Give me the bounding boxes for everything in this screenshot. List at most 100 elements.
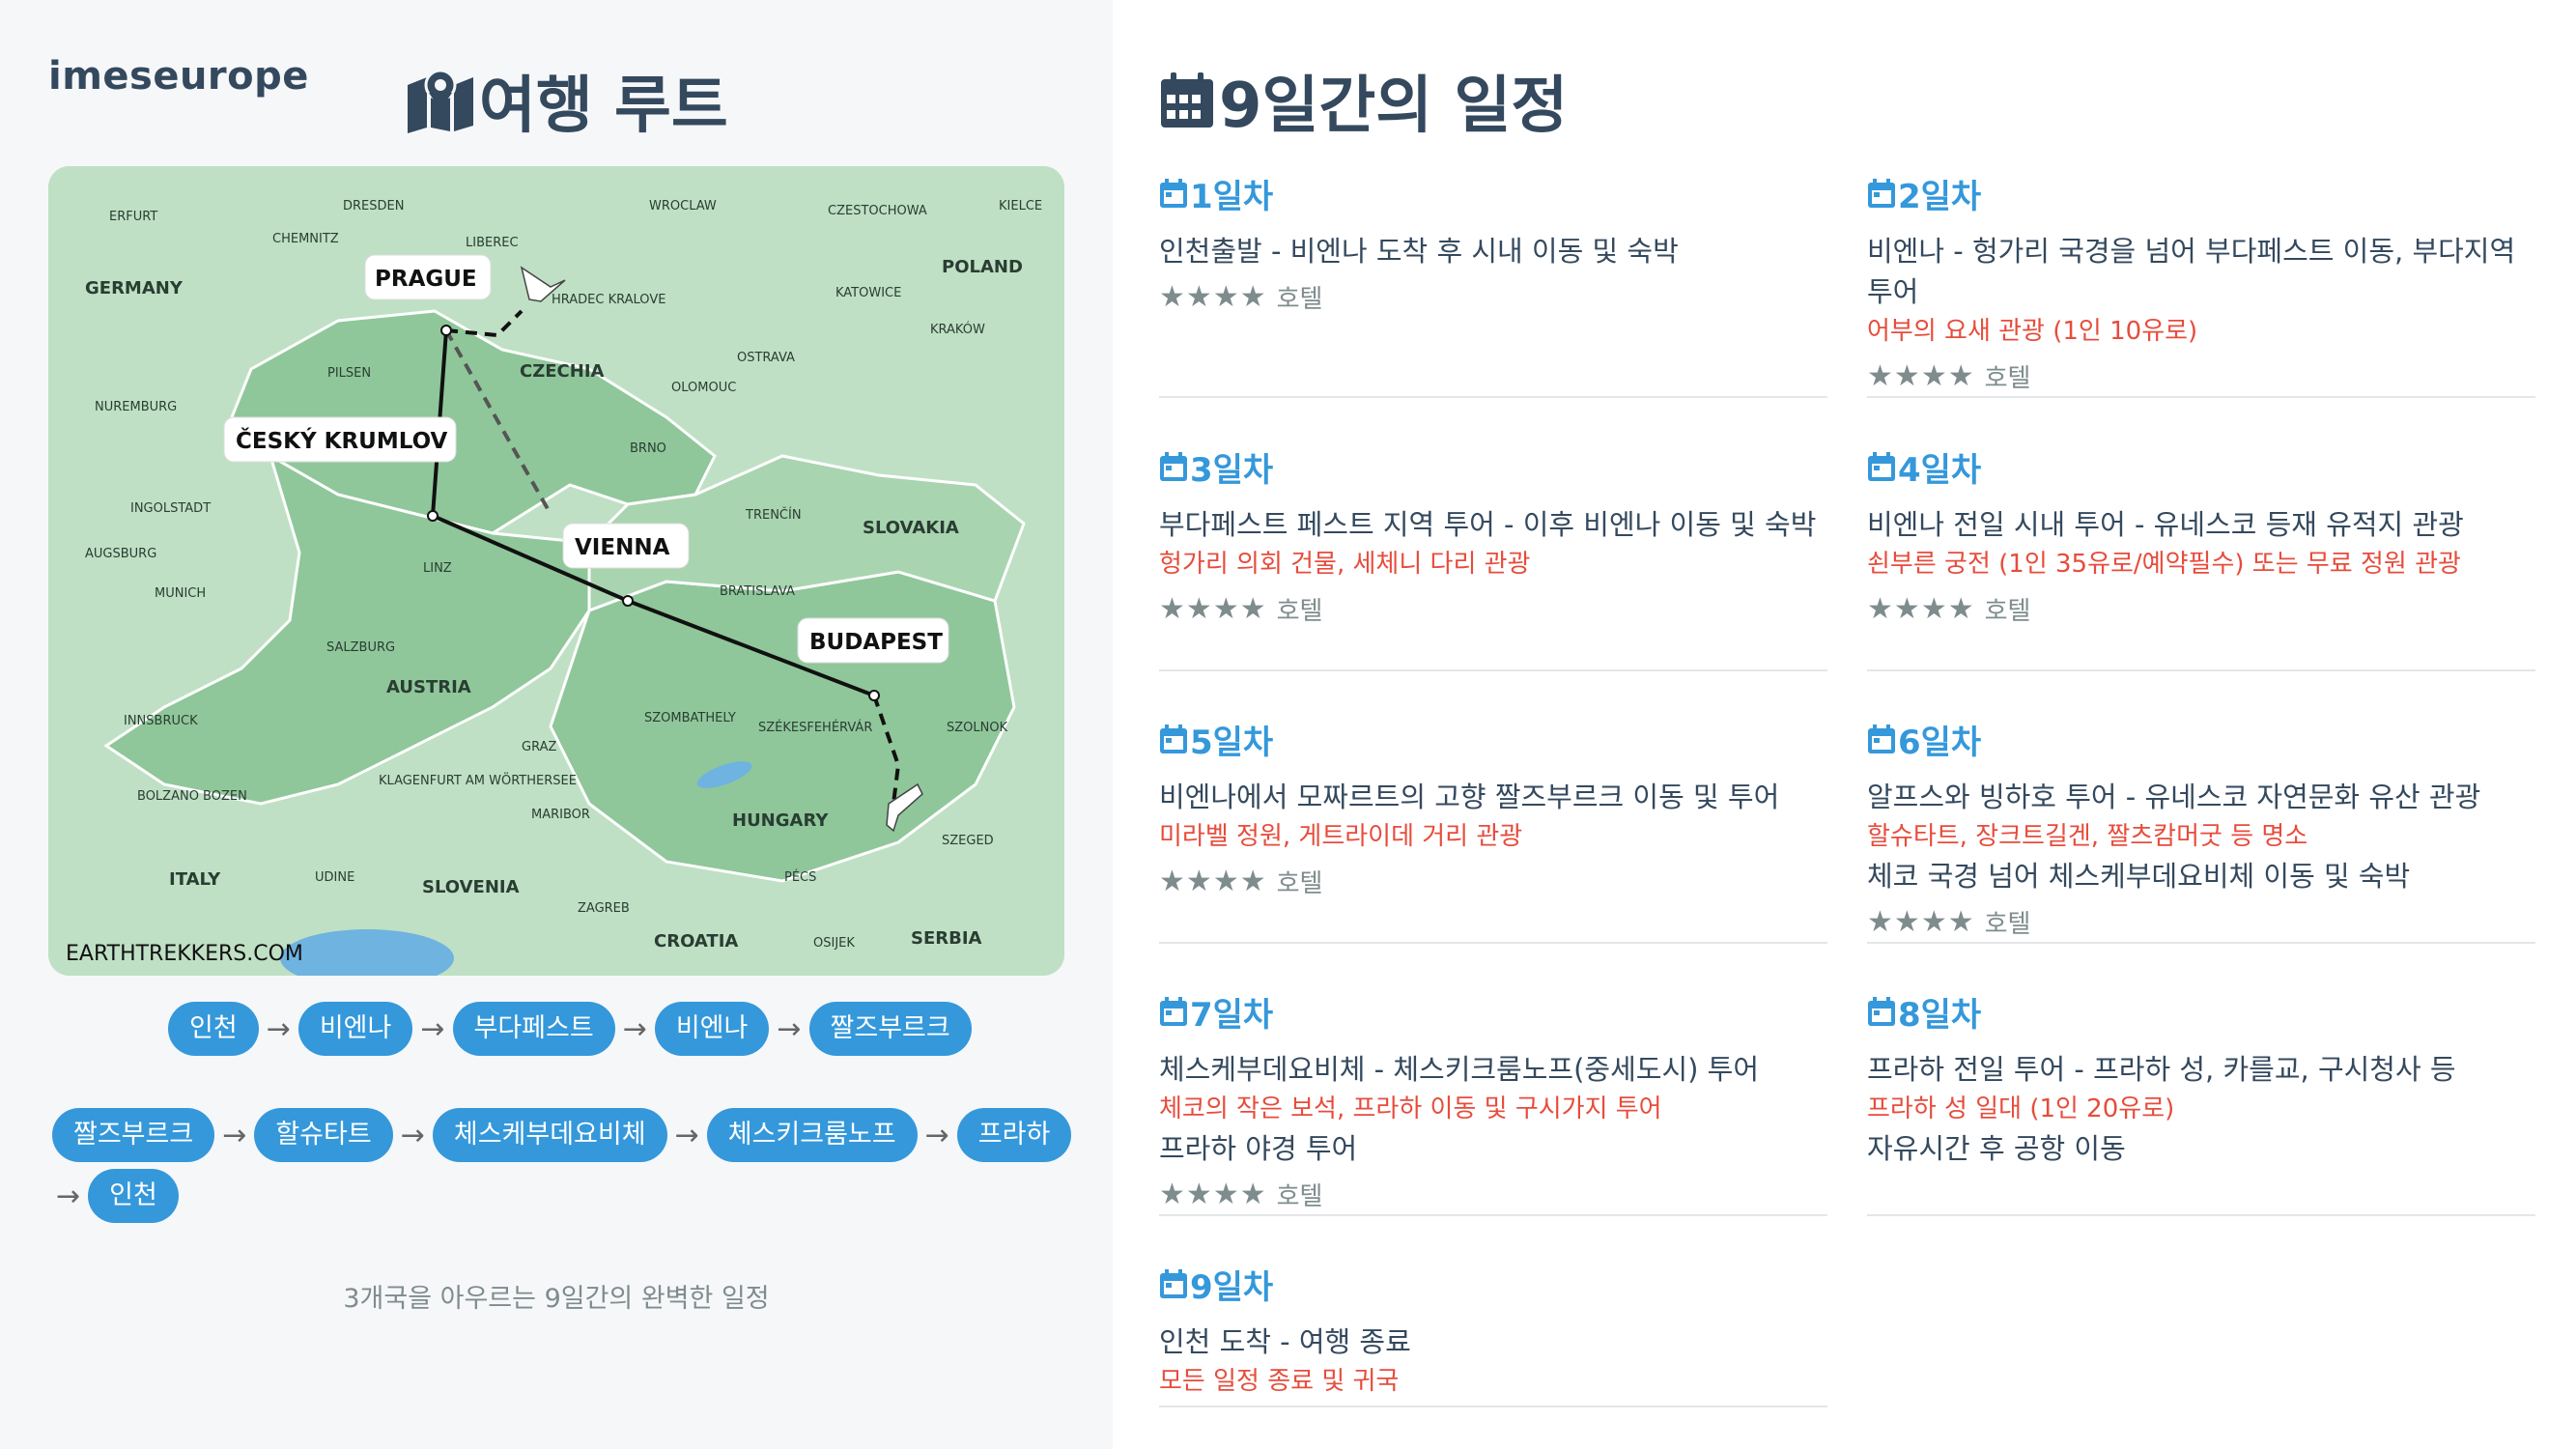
map-city-label: LIBEREC (466, 236, 519, 250)
arrow-right-icon: → (222, 1118, 247, 1152)
day-heading: 5일차 (1159, 716, 1827, 763)
arrow-right-icon: → (266, 1011, 291, 1046)
map-country-label: AUSTRIA (386, 677, 471, 697)
day-card: 2일차 비엔나 - 헝가리 국경을 넘어 부다페스트 이동, 부다지역 투어 어… (1867, 170, 2535, 398)
day-label: 8일차 (1898, 996, 1982, 1035)
route-chip[interactable]: 인천 (88, 1169, 179, 1223)
day-description: 체스케부데요비체 - 체스키크룸노프(중세도시) 투어 (1159, 1053, 1760, 1086)
schedule-title: 9일간의 일정 (1159, 56, 1568, 145)
map-country-label: CZECHIA (520, 361, 605, 382)
arrow-right-icon: → (56, 1179, 81, 1213)
arrow-right-icon: → (924, 1118, 949, 1152)
day-description: 부다페스트 페스트 지역 투어 - 이후 비엔나 이동 및 숙박 (1159, 508, 1817, 541)
route-chip[interactable]: 체스키크룸노프 (706, 1108, 918, 1162)
day-card: 1일차 인천출발 - 비엔나 도착 후 시내 이동 및 숙박 ★ ★ ★ ★ 호텔 (1159, 170, 1827, 398)
calendar-icon (1160, 724, 1187, 753)
day-heading: 8일차 (1867, 988, 2535, 1036)
calendar-icon (1160, 179, 1187, 208)
route-chip[interactable]: 짤즈부르크 (52, 1108, 215, 1162)
day-heading: 7일차 (1159, 988, 1827, 1036)
hotel-label: 호텔 (1984, 909, 2031, 939)
map-city-label: CHEMNITZ (272, 232, 339, 246)
route-map: GERMANY POLAND CZECHIA SLOVAKIA AUSTRIA … (48, 166, 1064, 976)
map-city-label: AUGSBURG (85, 547, 156, 561)
hotel-rating: ★ ★ ★ ★ 호텔 (1159, 589, 1827, 628)
day-note: 체코의 작은 보석, 프라하 이동 및 구시가지 투어 (1159, 1094, 1662, 1123)
map-city-label: KRAKÓW (930, 322, 985, 337)
map-city-label: SZÉKESFEHÉRVÁR (758, 720, 872, 735)
star-rating-icon: ★ ★ ★ ★ (1159, 591, 1266, 626)
map-city-label: SZOMBATHELY (644, 711, 736, 725)
map-country-label: SERBIA (911, 928, 982, 949)
day-extra: 자유시간 후 공항 이동 (1867, 1132, 2126, 1165)
hotel-label: 호텔 (1984, 363, 2031, 393)
hotel-rating: ★ ★ ★ ★ 호텔 (1159, 862, 1827, 900)
hotel-rating: ★ ★ ★ ★ 호텔 (1159, 277, 1827, 316)
day-label: 3일차 (1190, 451, 1274, 490)
calendar-icon (1868, 452, 1895, 481)
calendar-icon (1868, 997, 1895, 1026)
day-card: 5일차 비엔나에서 모짜르트의 고향 짤즈부르크 이동 및 투어 미라벨 정원,… (1159, 716, 1827, 944)
route-chip[interactable]: 부다페스트 (452, 1002, 615, 1056)
day-card: 7일차 체스케부데요비체 - 체스키크룸노프(중세도시) 투어 체코의 작은 보… (1159, 988, 1827, 1216)
map-city-label: KATOWICE (835, 286, 901, 300)
day-description: 비엔나 전일 시내 투어 - 유네스코 등재 유적지 관광 (1867, 508, 2464, 541)
map-city-label: HRADEC KRALOVE (552, 293, 665, 307)
day-description: 프라하 전일 투어 - 프라하 성, 카를교, 구시청사 등 (1867, 1053, 2456, 1086)
map-city-label: INNSBRUCK (124, 714, 198, 728)
map-city-label: TRENČÍN (745, 507, 802, 523)
map-city-label: OSIJEK (813, 936, 855, 951)
map-country-label: SLOVAKIA (863, 518, 959, 538)
route-chip[interactable]: 짤즈부르크 (808, 1002, 972, 1056)
route-chip[interactable]: 체스케부데요비체 (432, 1108, 667, 1162)
map-city-label: SZOLNOK (947, 721, 1008, 735)
map-city-label: BRNO (630, 441, 666, 456)
star-rating-icon: ★ ★ ★ ★ (1159, 279, 1266, 314)
star-rating-icon: ★ ★ ★ ★ (1159, 1177, 1266, 1211)
map-city-label: SZEGED (942, 834, 994, 848)
hotel-label: 호텔 (1276, 868, 1323, 898)
day-description: 인천출발 - 비엔나 도착 후 시내 이동 및 숙박 (1159, 235, 1679, 268)
day-card: 6일차 알프스와 빙하호 투어 - 유네스코 자연문화 유산 관광 할슈타트, … (1867, 716, 2535, 944)
route-title-text: 여행 루트 (479, 71, 728, 142)
route-chip[interactable]: 비엔나 (297, 1002, 413, 1056)
day-note: 쇤부른 궁전 (1인 35유로/예약필수) 또는 무료 정원 관광 (1867, 550, 2461, 579)
day-heading: 2일차 (1867, 170, 2535, 217)
day-label: 4일차 (1898, 451, 1982, 490)
map-city-label: PILSEN (327, 366, 371, 381)
map-city-label: NUREMBURG (95, 400, 177, 414)
calendar-icon (1160, 997, 1187, 1026)
route-panel: imeseurope 여행 루트 GERMANY POLAND CZECHIA … (0, 0, 1113, 1449)
calendar-icon (1868, 179, 1895, 208)
day-note: 모든 일정 종료 및 귀국 (1159, 1367, 1400, 1396)
route-chip-row-3: → 인천 (48, 1169, 179, 1223)
route-chip[interactable]: 인천 (168, 1002, 259, 1056)
day-note: 헝가리 의회 건물, 세체니 다리 관광 (1159, 550, 1531, 579)
arrow-right-icon: → (622, 1011, 647, 1046)
map-country-label: GERMANY (85, 278, 184, 298)
map-country-label: HUNGARY (732, 810, 829, 831)
day-card: 4일차 비엔나 전일 시내 투어 - 유네스코 등재 유적지 관광 쇤부른 궁전… (1867, 443, 2535, 671)
star-rating-icon: ★ ★ ★ ★ (1867, 358, 1974, 393)
map-city-label: UDINE (315, 870, 354, 885)
map-city-label: KIELCE (999, 199, 1042, 213)
arrow-right-icon: → (420, 1011, 445, 1046)
map-city-label: CZESTOCHOWA (828, 204, 927, 218)
map-country-label: POLAND (942, 257, 1023, 277)
day-card: 8일차 프라하 전일 투어 - 프라하 성, 카를교, 구시청사 등 프라하 성… (1867, 988, 2535, 1216)
route-chip[interactable]: 할슈타트 (254, 1108, 393, 1162)
route-chip[interactable]: 프라하 (956, 1108, 1072, 1162)
map-country-label: SLOVENIA (422, 877, 520, 897)
map-city-label: WROCLAW (649, 199, 717, 213)
route-title: 여행 루트 (406, 56, 728, 145)
map-credit: EARTHTREKKERS.COM (66, 942, 303, 966)
calendar-icon (1160, 452, 1187, 481)
route-chip[interactable]: 비엔나 (654, 1002, 770, 1056)
map-city-label: SALZBURG (326, 640, 395, 655)
arrow-right-icon: → (777, 1011, 802, 1046)
map-city-label: BOLZANO BOZEN (137, 789, 247, 804)
day-note: 프라하 성 일대 (1인 20유로) (1867, 1094, 2175, 1123)
day-note: 할슈타트, 장크트길겐, 짤츠캄머굿 등 명소 (1867, 822, 2308, 851)
route-chip-row-2: 짤즈부르크 → 할슈타트 → 체스케부데요비체 → 체스키크룸노프 → 프라하 (52, 1108, 1072, 1162)
map-city-label: OLOMOUC (671, 381, 736, 395)
